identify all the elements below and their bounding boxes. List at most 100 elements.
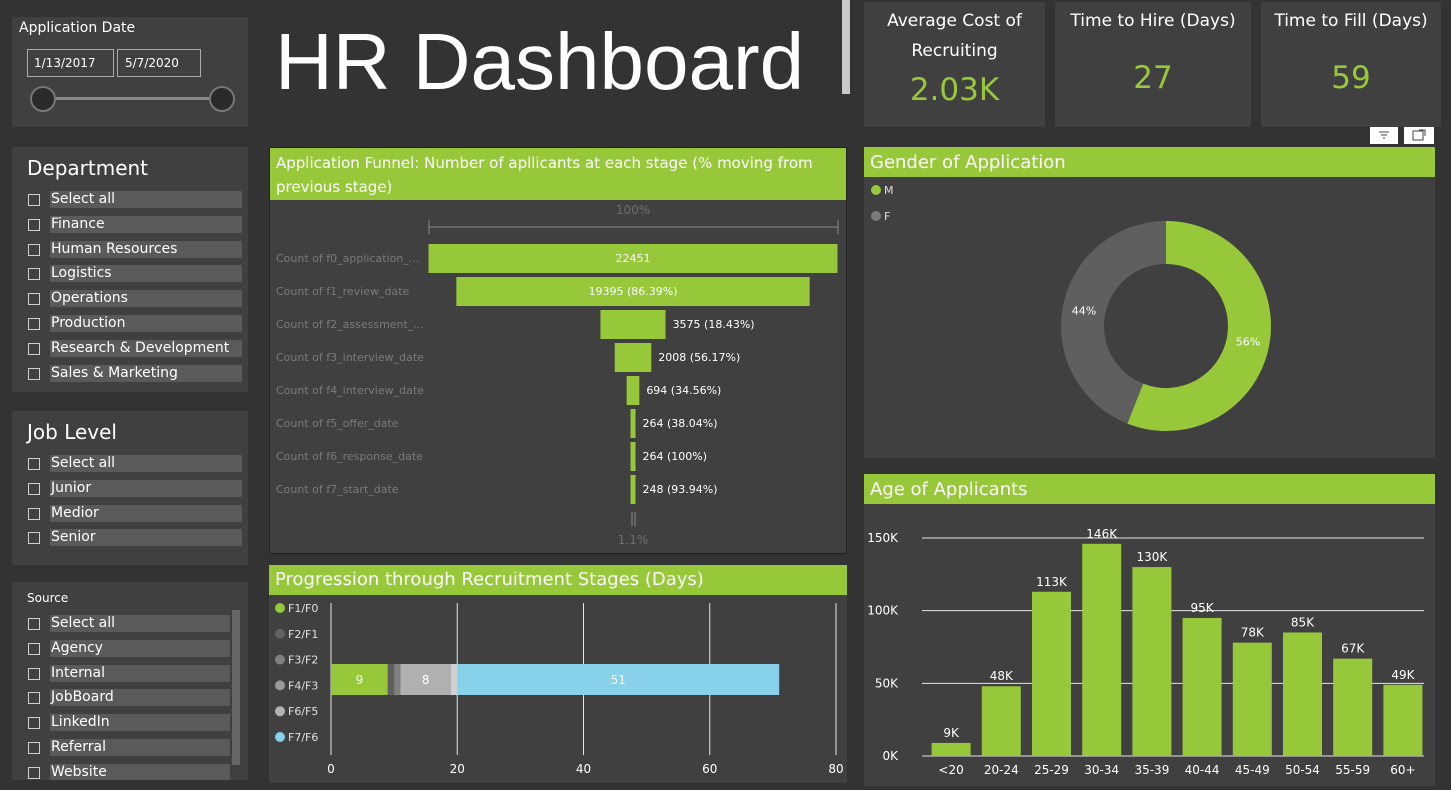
date-range-start-handle[interactable] <box>30 86 56 112</box>
gender-chart-title: Gender of Application <box>864 147 1435 177</box>
checkbox[interactable] <box>28 318 40 330</box>
age-bar-label: 95K <box>1191 601 1215 615</box>
checkbox[interactable] <box>28 667 40 680</box>
checkbox[interactable] <box>28 293 40 306</box>
slicer-option-department[interactable]: Finance <box>12 215 248 235</box>
funnel-bar <box>614 343 652 372</box>
progression-legend-marker <box>275 706 285 717</box>
progression-bar-segment <box>450 664 458 695</box>
checkbox[interactable] <box>28 766 40 779</box>
slicer-option-job_level[interactable]: Select all <box>12 455 248 474</box>
checkbox[interactable] <box>28 458 40 470</box>
end-date-input[interactable]: 5/7/2020 <box>117 49 201 77</box>
department-slicer: Department Select all Finance Human Resour… <box>12 147 248 392</box>
funnel-category-label: Count of f4_interview_date <box>276 384 424 397</box>
slicer-option-label: Select all <box>51 191 115 207</box>
progression-chart-title: Progression through Recruitment Stages (… <box>269 565 847 595</box>
checkbox[interactable] <box>28 218 40 231</box>
start-date-input[interactable]: 1/13/2017 <box>27 49 114 77</box>
age-bar <box>1383 684 1423 756</box>
checkbox[interactable] <box>28 194 40 206</box>
checkbox[interactable] <box>28 618 40 630</box>
slicer-option-department[interactable]: Select all <box>12 191 248 210</box>
progression-segment-label: 9 <box>356 673 364 687</box>
slicer-option-label: Research & Development <box>51 339 230 356</box>
slicer-option-source[interactable]: Internal <box>12 664 248 684</box>
slicer-option-job_level[interactable]: Junior <box>12 479 248 499</box>
slicer-option-label: Internal <box>51 664 105 681</box>
age-bar-label: 85K <box>1291 615 1315 629</box>
age-bar <box>931 742 971 756</box>
slicer-option-job_level[interactable]: Senior <box>12 529 248 548</box>
age-x-tick: 30-34 <box>1084 763 1119 777</box>
kpi-card-avg-cost: Average Cost of Recruiting 2.03K <box>864 2 1045 127</box>
checkbox[interactable] <box>28 507 40 520</box>
progression-bar-segment <box>387 664 395 695</box>
age-bar <box>1032 591 1071 756</box>
progression-x-tick: 20 <box>450 762 465 776</box>
checkbox[interactable] <box>28 692 40 705</box>
age-x-tick: 50-54 <box>1285 763 1320 777</box>
filter-icon[interactable] <box>1370 127 1398 144</box>
checkbox[interactable] <box>28 642 40 655</box>
checkbox[interactable] <box>28 742 40 754</box>
checkbox[interactable] <box>28 532 40 545</box>
funnel-category-label: Count of f1_review_date <box>276 285 410 298</box>
checkbox[interactable] <box>28 482 40 495</box>
progression-segment-label: 51 <box>611 673 626 687</box>
funnel-bar <box>630 409 636 438</box>
date-slicer: Application Date 1/13/2017 5/7/2020 <box>12 17 248 127</box>
funnel-category-label: Count of f2_assessment_... <box>276 318 424 331</box>
progression-legend-marker <box>275 680 285 691</box>
kpi-label: Average Cost of Recruiting <box>887 11 1022 61</box>
checkbox[interactable] <box>28 243 40 256</box>
progression-x-tick: 60 <box>702 762 717 776</box>
checkbox[interactable] <box>28 717 40 730</box>
focus-mode-icon[interactable] <box>1404 127 1434 144</box>
source-scrollbar[interactable] <box>232 610 240 765</box>
age-y-tick: 100K <box>867 604 899 618</box>
slicer-option-source[interactable]: LinkedIn <box>12 714 248 733</box>
slicer-option-source[interactable]: Referral <box>12 739 248 758</box>
date-range-end-handle[interactable] <box>209 86 235 112</box>
slicer-option-source[interactable]: JobBoard <box>12 689 248 708</box>
funnel-data-label: 22451 <box>616 252 651 265</box>
slicer-option-job_level[interactable]: Medior <box>12 504 248 524</box>
slicer-option-label: Junior <box>51 479 92 496</box>
slicer-option-department[interactable]: Operations <box>12 290 248 309</box>
kpi-value: 2.03K <box>909 72 1000 108</box>
kpi-label: Time to Hire (Days) <box>1070 11 1236 31</box>
slicer-option-label: Senior <box>51 529 96 546</box>
slicer-option-label: Human Resources <box>51 240 178 257</box>
progression-legend-marker <box>275 628 285 639</box>
slicer-option-source[interactable]: Select all <box>12 615 248 634</box>
progression-chart-panel: Progression through Recruitment Stages (… <box>269 565 847 783</box>
progression-x-tick: 0 <box>327 762 335 776</box>
funnel-data-label: 2008 (56.17%) <box>658 351 740 364</box>
slicer-option-department[interactable]: Sales & Marketing <box>12 364 248 384</box>
slicer-option-department[interactable]: Research & Development <box>12 339 248 359</box>
age-x-tick: 20-24 <box>984 763 1019 777</box>
start-date-value: 1/13/2017 <box>34 56 96 70</box>
slicer-option-source[interactable]: Agency <box>12 639 248 659</box>
slicer-option-department[interactable]: Human Resources <box>12 240 248 260</box>
checkbox[interactable] <box>28 367 40 380</box>
gender-donut-chart: MF 56% 44% <box>871 184 1271 431</box>
age-bar <box>1082 543 1122 756</box>
date-range-track <box>42 97 222 100</box>
slicer-option-department[interactable]: Production <box>12 315 248 334</box>
age-bar-label: 9K <box>943 726 960 740</box>
slicer-option-department[interactable]: Logistics <box>12 265 248 284</box>
progression-legend-label: F7/F6 <box>288 731 318 744</box>
age-bar <box>1333 658 1373 756</box>
slicer-option-source[interactable]: Website <box>12 763 248 780</box>
checkbox[interactable] <box>28 342 40 355</box>
funnel-data-label: 694 (34.56%) <box>646 384 721 397</box>
progression-x-tick: 40 <box>576 762 591 776</box>
age-chart-panel: Age of Applicants 0K 50K 100K 150K 9K <20 48K 2… <box>864 474 1435 786</box>
funnel-category-label: Count of f7_start_date <box>276 483 399 496</box>
slicer-option-label: Finance <box>51 215 105 232</box>
checkbox[interactable] <box>28 268 40 281</box>
funnel-chart-panel: Application Funnel: Number of apllicants… <box>269 147 847 554</box>
funnel-bar <box>600 310 666 339</box>
